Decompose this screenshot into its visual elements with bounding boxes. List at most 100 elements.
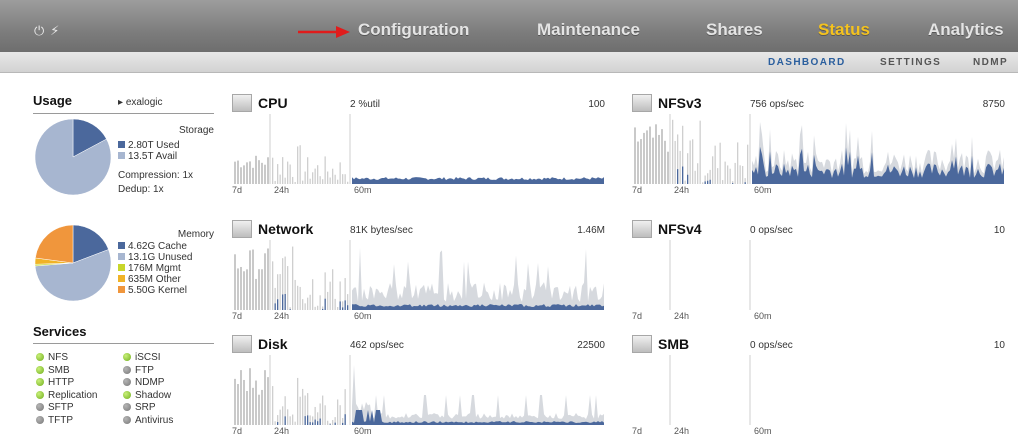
history-bar xyxy=(675,141,676,184)
nav-maintenance[interactable]: Maintenance xyxy=(537,20,640,40)
history-bar-fill xyxy=(317,421,318,425)
history-bar xyxy=(287,162,288,184)
memory-legend-row: 13.1G Unused xyxy=(118,252,193,263)
panel-current-value: 81K bytes/sec xyxy=(350,225,413,236)
service-ftp[interactable]: FTP xyxy=(123,365,154,376)
status-dot-icon xyxy=(123,378,131,386)
history-bar xyxy=(255,156,257,184)
history-bar xyxy=(310,179,311,184)
history-bar xyxy=(342,174,343,184)
history-bar xyxy=(727,165,728,184)
time-label-60m: 60m xyxy=(754,311,772,321)
history-bar-fill xyxy=(315,420,316,425)
top-navigation-bar: ⏻⚡ Configuration Maintenance Shares Stat… xyxy=(0,0,1018,52)
history-bar xyxy=(300,397,301,425)
time-label-7d: 7d xyxy=(632,185,642,195)
panel-nfsv3[interactable]: NFSv3 756 ops/sec 8750 7d 24h 60m xyxy=(632,94,1012,203)
panel-smb[interactable]: SMB 0 ops/sec 10 7d 24h 60m xyxy=(632,335,1012,444)
history-bar xyxy=(740,165,741,184)
status-dot-icon xyxy=(123,366,131,374)
status-dot-icon xyxy=(123,403,131,411)
time-label-7d: 7d xyxy=(632,426,642,436)
history-bar xyxy=(249,161,251,184)
panel-disk[interactable]: Disk 462 ops/sec 22500 7d 24h 60m xyxy=(232,335,612,444)
history-bar-fill xyxy=(277,299,278,310)
history-bar xyxy=(320,295,321,310)
service-sftp[interactable]: SFTP xyxy=(36,402,74,413)
history-bar xyxy=(658,135,660,184)
memory-legend-row: 635M Other xyxy=(118,274,181,285)
nav-analytics[interactable]: Analytics xyxy=(928,20,1004,40)
service-iscsi[interactable]: iSCSI xyxy=(123,352,161,363)
service-ndmp[interactable]: NDMP xyxy=(123,377,164,388)
panel-current-value: 0 ops/sec xyxy=(750,225,793,236)
service-tftp[interactable]: TFTP xyxy=(36,415,73,426)
subnav-settings[interactable]: SETTINGS xyxy=(880,57,941,68)
subnav-dashboard[interactable]: DASHBOARD xyxy=(768,57,846,68)
history-bar-fill xyxy=(320,419,321,425)
time-label-24h: 24h xyxy=(674,185,689,195)
panel-network[interactable]: Network 81K bytes/sec 1.46M 7d 24h 60m xyxy=(232,220,612,329)
service-antivirus[interactable]: Antivirus xyxy=(123,415,173,426)
history-bar xyxy=(246,269,248,310)
nav-shares[interactable]: Shares xyxy=(706,20,763,40)
history-bar-fill xyxy=(285,294,286,310)
status-dot-icon xyxy=(123,391,131,399)
history-bar xyxy=(261,163,263,184)
history-bar xyxy=(325,156,326,184)
history-bar xyxy=(285,178,286,184)
subnav-ndmp[interactable]: NDMP xyxy=(973,57,1008,68)
service-shadow[interactable]: Shadow xyxy=(123,390,171,401)
service-http[interactable]: HTTP xyxy=(36,377,74,388)
service-srp[interactable]: SRP xyxy=(123,402,156,413)
history-bar-fill xyxy=(345,414,346,425)
time-label-24h: 24h xyxy=(674,311,689,321)
history-bar xyxy=(325,405,326,425)
service-name: Antivirus xyxy=(135,415,173,426)
nav-configuration[interactable]: Configuration xyxy=(358,20,469,40)
history-bar xyxy=(725,162,726,184)
service-name: SFTP xyxy=(48,402,74,413)
refresh-icon[interactable]: ⚡ xyxy=(50,24,65,39)
gear-icon[interactable] xyxy=(232,220,252,238)
history-bar-fill xyxy=(732,183,733,184)
panel-cpu[interactable]: CPU 2 %util 100 7d 24h 60m xyxy=(232,94,612,203)
panel-sparkline-chart xyxy=(632,114,1004,184)
history-bar xyxy=(280,410,281,425)
time-label-60m: 60m xyxy=(754,426,772,436)
gear-icon[interactable] xyxy=(632,335,652,353)
history-bar xyxy=(295,182,296,184)
status-dot-icon xyxy=(123,353,131,361)
nav-status[interactable]: Status xyxy=(818,20,870,40)
history-bar xyxy=(295,280,296,310)
history-bar xyxy=(680,151,681,184)
pool-selector[interactable]: ▸ exalogic xyxy=(118,97,163,108)
gear-icon[interactable] xyxy=(632,220,652,238)
time-label-7d: 7d xyxy=(632,311,642,321)
panel-nfsv4[interactable]: NFSv4 0 ops/sec 10 7d 24h 60m xyxy=(632,220,1012,329)
history-bar xyxy=(287,266,288,310)
history-bar-fill xyxy=(342,423,343,425)
service-nfs[interactable]: NFS xyxy=(36,352,68,363)
history-bar xyxy=(282,406,283,425)
gear-icon[interactable] xyxy=(632,94,652,112)
panel-title: SMB xyxy=(658,336,689,352)
disk-gear-icon[interactable] xyxy=(232,335,252,353)
history-bar xyxy=(307,157,308,184)
history-bar xyxy=(249,368,251,425)
panel-scale-max: 100 xyxy=(588,99,605,110)
swatch xyxy=(118,286,125,293)
panel-title: Network xyxy=(258,221,313,237)
history-bar xyxy=(234,379,236,425)
gear-icon[interactable] xyxy=(232,94,252,112)
history-bar xyxy=(282,157,283,184)
history-bar xyxy=(337,307,338,310)
memory-legend-row: 5.50G Kernel xyxy=(118,285,187,296)
service-replication[interactable]: Replication xyxy=(36,390,97,401)
history-bar xyxy=(643,133,645,184)
history-bar xyxy=(685,181,686,184)
history-bar-fill xyxy=(322,309,323,310)
power-icon[interactable]: ⏻ xyxy=(34,24,50,39)
history-bar xyxy=(295,422,296,425)
service-smb[interactable]: SMB xyxy=(36,365,70,376)
